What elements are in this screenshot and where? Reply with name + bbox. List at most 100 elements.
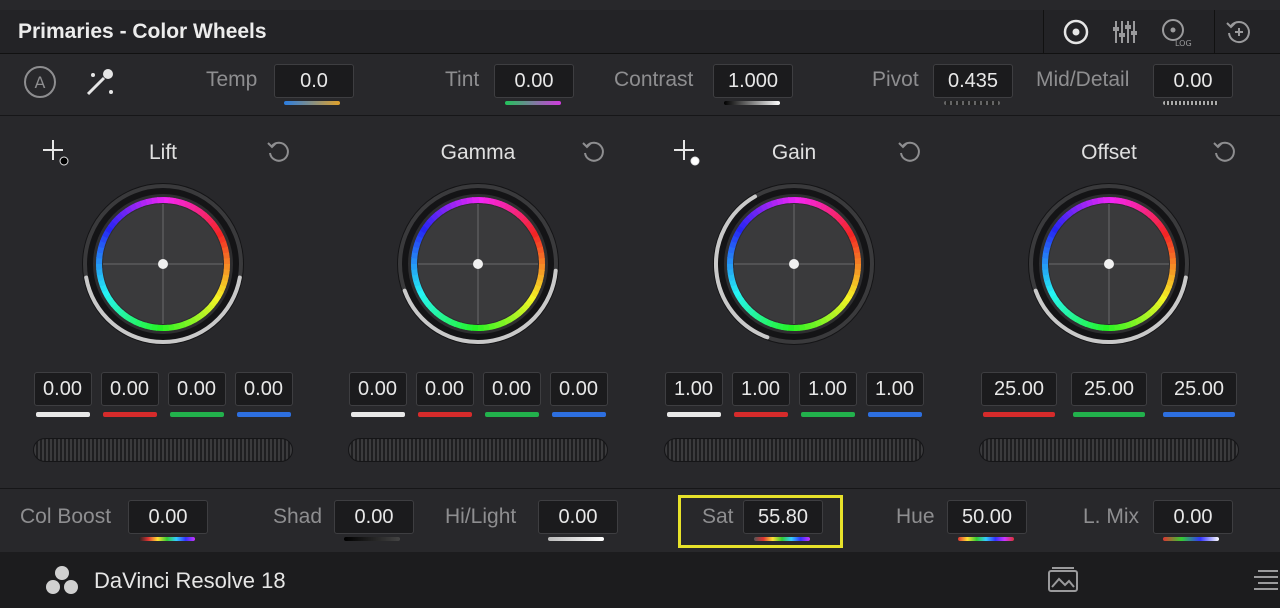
wheel-reset-icon[interactable] (896, 138, 924, 166)
log-mode-icon: LOG (1162, 19, 1192, 47)
wheel-channel-field[interactable]: 0.00 (167, 372, 226, 406)
status-bar: DaVinci Resolve 18 (0, 552, 1280, 608)
wheel-reset-icon[interactable] (1211, 138, 1239, 166)
app-name: DaVinci Resolve 18 (94, 568, 286, 593)
wheel-channel-bar (666, 412, 721, 417)
wheel-channel-field[interactable]: 0.00 (234, 372, 293, 406)
pivot-field[interactable]: 0.435 (933, 64, 1013, 98)
wheel-channel-bar (169, 412, 224, 417)
contrast-gradient-bar (724, 101, 780, 105)
wheel-channel-field[interactable]: 25.00 (1161, 372, 1237, 406)
bottom-adjustment-row: Col Boost 0.00 Shad 0.00 Hi/Light 0.00 S… (0, 488, 1280, 552)
lmix-label: L. Mix (1083, 505, 1140, 528)
wheel-channel-bar (417, 412, 472, 417)
header-toolbar: LOG (1043, 10, 1280, 54)
wheel-channel-bar (983, 412, 1055, 417)
wheel-channel-bar (1163, 412, 1235, 417)
wheel-channel-field[interactable]: 1.00 (865, 372, 924, 406)
reset-all-button[interactable] (1214, 10, 1262, 54)
wheel-channel-bar (733, 412, 788, 417)
color-wheel[interactable] (1026, 181, 1192, 347)
master-wheel-slider[interactable] (664, 438, 924, 462)
wheel-channel-field[interactable]: 0.00 (33, 372, 92, 406)
wheel-channel-bar (102, 412, 157, 417)
auto-label: A (35, 73, 46, 92)
wheel-channel-field[interactable]: 0.00 (100, 372, 159, 406)
color-wheel[interactable] (711, 181, 877, 347)
wheel-channel-bar (1073, 412, 1145, 417)
wheel-label: Offset (1081, 141, 1137, 164)
tint-gradient-bar (505, 101, 561, 105)
lmix-bar (1163, 537, 1219, 541)
hue-label: Hue (896, 505, 935, 528)
wheel-channel-field[interactable]: 0.00 (348, 372, 407, 406)
wheel-channel-field[interactable]: 0.00 (482, 372, 541, 406)
master-wheel-slider[interactable] (33, 438, 293, 462)
color-wheel[interactable] (395, 181, 561, 347)
eyedropper-icon[interactable] (82, 64, 118, 100)
mid-detail-field[interactable]: 0.00 (1153, 64, 1233, 98)
wheel-channel-bar (350, 412, 405, 417)
wheel-channel-field[interactable]: 1.00 (731, 372, 790, 406)
temp-field[interactable]: 0.0 (274, 64, 354, 98)
shad-bar (344, 537, 400, 541)
mid-detail-bar (1163, 101, 1219, 105)
color-wheels-panel: Primaries - Color Wheels LOG A Temp 0.0 … (0, 0, 1280, 552)
log-mode-button[interactable]: LOG (1152, 10, 1200, 54)
contrast-label: Contrast (614, 68, 694, 91)
lmix-field[interactable]: 0.00 (1153, 500, 1233, 534)
wheel-channel-bar (236, 412, 291, 417)
auto-balance-icon[interactable]: A (22, 64, 58, 100)
hue-bar (958, 537, 1014, 541)
master-wheel-slider[interactable] (348, 438, 608, 462)
panel-title: Primaries - Color Wheels (18, 20, 267, 43)
pivot-bar (944, 101, 1000, 105)
wheels-mode-button[interactable] (1052, 10, 1100, 54)
master-wheel-slider[interactable] (979, 438, 1239, 462)
wheel-reset-icon[interactable] (580, 138, 608, 166)
col-boost-field[interactable]: 0.00 (128, 500, 208, 534)
wheel-channel-field[interactable]: 1.00 (664, 372, 723, 406)
wheel-label: Gamma (440, 141, 516, 164)
edit-page-icon[interactable] (1250, 566, 1280, 594)
wheel-reset-icon[interactable] (265, 138, 293, 166)
wheel-channel-bar (484, 412, 539, 417)
reset-all-icon (1225, 21, 1250, 44)
sat-highlight-box (678, 495, 843, 548)
panel-header: Primaries - Color Wheels LOG (0, 10, 1280, 54)
hilight-field[interactable]: 0.00 (538, 500, 618, 534)
wheel-label: Gain (771, 141, 817, 164)
contrast-field[interactable]: 1.000 (713, 64, 793, 98)
hilight-label: Hi/Light (445, 505, 517, 528)
bars-mode-button[interactable] (1102, 10, 1150, 54)
wheel-label: Lift (148, 141, 177, 164)
adjustment-row: A Temp 0.0 Tint 0.00 Contrast 1.000 Pivo… (0, 54, 1280, 116)
pivot-label: Pivot (872, 68, 919, 91)
wheel-channel-bar (35, 412, 90, 417)
shad-field[interactable]: 0.00 (334, 500, 414, 534)
wheel-channel-bar (800, 412, 855, 417)
tint-field[interactable]: 0.00 (494, 64, 574, 98)
temp-label: Temp (206, 68, 258, 91)
wheel-channel-field[interactable]: 0.00 (549, 372, 608, 406)
color-wheel[interactable] (80, 181, 246, 347)
hilight-bar (548, 537, 604, 541)
wheel-channel-bar (551, 412, 606, 417)
wheel-channel-field[interactable]: 25.00 (1071, 372, 1147, 406)
wheel-channel-field[interactable]: 0.00 (415, 372, 474, 406)
col-boost-label: Col Boost (20, 505, 112, 528)
bars-mode-icon (1113, 21, 1137, 43)
hue-field[interactable]: 50.00 (947, 500, 1027, 534)
shad-label: Shad (273, 505, 323, 528)
mid-detail-label: Mid/Detail (1036, 68, 1130, 91)
wheels-mode-icon (1063, 19, 1089, 45)
wheel-channel-field[interactable]: 25.00 (981, 372, 1057, 406)
wheel-channel-bar (867, 412, 922, 417)
media-pool-icon[interactable] (1046, 566, 1080, 594)
davinci-logo-icon (46, 566, 78, 594)
log-label: LOG (1175, 39, 1192, 47)
temp-gradient-bar (284, 101, 340, 105)
wheel-channel-field[interactable]: 1.00 (798, 372, 857, 406)
tint-label: Tint (445, 68, 480, 91)
col-boost-bar (139, 537, 195, 541)
